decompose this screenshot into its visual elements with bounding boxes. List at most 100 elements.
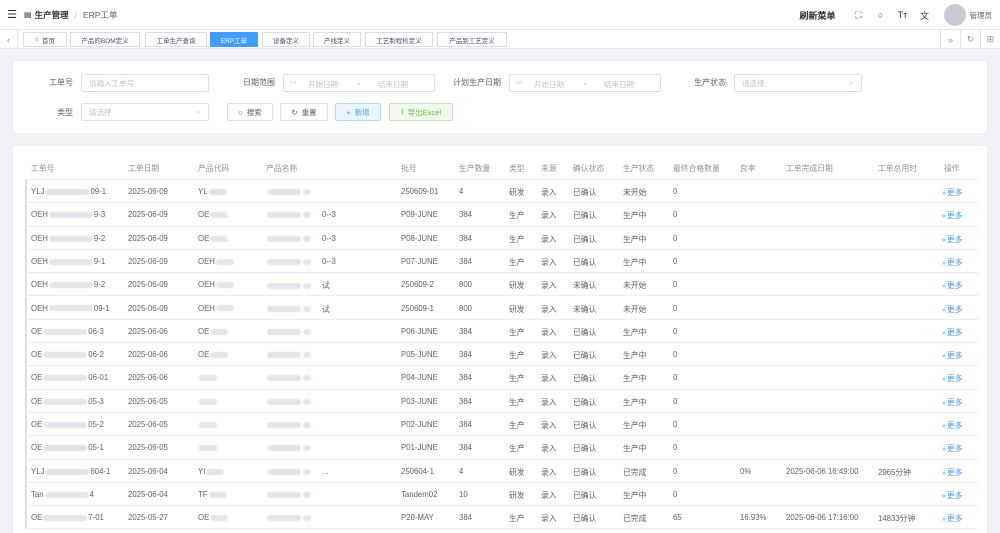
table-row[interactable]: OE 06-2 OE 2025-06-06 P05-JUNE 384 生产 录入 已确认 生产中 0… (25, 343, 978, 367)
breadcrumb-current: ERP工单 (82, 9, 118, 20)
masked-text (267, 445, 301, 452)
confirm-cell: 已确认 (573, 351, 597, 361)
tab-product-bom[interactable]: 产品的BOM定义 (70, 32, 140, 47)
order-no-cell: OEH 9-1 (31, 256, 106, 266)
font-size-icon[interactable]: Tт (892, 10, 914, 20)
export-excel-button[interactable]: ⭱ 导出Excel (389, 103, 453, 121)
search-button[interactable]: ○ 搜索 (227, 103, 273, 121)
reset-button[interactable]: ↻ 重置 (280, 103, 328, 121)
status-cell: 生产中 (623, 351, 647, 361)
type-select[interactable]: 请选择 ⌄ (81, 103, 209, 121)
masked-text (303, 468, 311, 475)
double-chevron-icon: » (942, 329, 946, 337)
masked-text (303, 212, 311, 219)
search-form: 工单号 请输入工单号 日期范围 ▭ 开始日期 - 结束日期 计划生产日期 ▭ 开… (12, 60, 988, 134)
table-row[interactable]: OE 7-01 OE 2025-05-27 P20-MAY 384 生产 录入 已确认 已完成 65… (25, 506, 978, 530)
table-row[interactable]: OEH 9-3 OE 0--3 2025-06-09 P09-JUNE 384 生产 录入 已确认… (25, 203, 978, 227)
more-button[interactable]: »更多 (942, 234, 963, 245)
masked-text (208, 491, 227, 498)
search-icon[interactable]: ○ (870, 10, 892, 20)
masked-text (43, 445, 88, 452)
fullscreen-icon[interactable]: ⛶ (848, 10, 870, 21)
avatar[interactable] (943, 4, 966, 26)
masked-text (199, 421, 217, 428)
order-no-cell: OEH 09-1 (31, 303, 110, 313)
more-button[interactable]: »更多 (942, 304, 963, 315)
order-no-cell: OE 06-01 (31, 373, 109, 383)
more-button[interactable]: »更多 (942, 327, 963, 338)
product-name-cell (266, 397, 322, 406)
more-button[interactable]: »更多 (942, 350, 963, 361)
breadcrumb-separator: / (74, 9, 77, 20)
order-no-input[interactable]: 请输入工单号 (81, 74, 209, 92)
tab-erp-workorder[interactable]: ERP工单 (210, 32, 258, 47)
plan-date-picker[interactable]: ▭ 开始日期 - 结束日期 (509, 74, 661, 92)
more-button[interactable]: »更多 (942, 490, 963, 501)
batch-cell: P08-JUNE (401, 233, 438, 243)
more-button[interactable]: »更多 (942, 187, 963, 198)
status-cell: 生产中 (623, 397, 647, 407)
type-cell: 生产 (509, 514, 525, 524)
masked-text (267, 306, 301, 313)
more-button[interactable]: »更多 (942, 420, 963, 431)
table-row[interactable]: OE 05-3 2025-06-05 P03-JUNE 384 生产 录入 已确认 生产中 0 »更… (25, 389, 978, 413)
qty-cell: 384 (459, 350, 473, 360)
refresh-menu-button[interactable]: 刷新菜单 (799, 9, 835, 22)
table-row[interactable]: OEH 9-2 OE 0--3 2025-06-09 P08-JUNE 384 生产 录入 已确认… (25, 226, 978, 250)
masked-text (44, 491, 89, 498)
tab-equipment[interactable]: 设备定义 (262, 32, 310, 47)
more-button[interactable]: »更多 (942, 467, 963, 478)
table-row[interactable]: OEH 9-2 OEH 试 2025-06-09 250609-2 800 研发 录入 未确认 未开… (25, 273, 978, 297)
date-cell: 2025-06-09 (128, 280, 168, 290)
row-indicator (25, 366, 27, 389)
production-status-select[interactable]: 请选择 ⌄ (734, 74, 862, 92)
language-icon[interactable]: 文 (914, 9, 936, 22)
row-indicator (25, 436, 27, 459)
order-no-cell: OE 05-2 (31, 420, 104, 429)
more-button[interactable]: »更多 (942, 210, 963, 221)
more-button[interactable]: »更多 (942, 443, 963, 454)
table-row[interactable]: OE 05-1 2025-06-05 P01-JUNE 384 生产 录入 已确认 生产中 0 »更… (25, 436, 978, 460)
tab-product-process[interactable]: 产品到工艺定义 (437, 32, 507, 47)
confirm-cell: 已确认 (573, 257, 597, 267)
done-cell: 2025-06-06 17:16:00 (786, 513, 859, 523)
tab-process-check[interactable]: 工艺制程检定义 (365, 32, 433, 47)
date-range-picker[interactable]: ▭ 开始日期 - 结束日期 (283, 74, 435, 92)
add-button[interactable]: + 新增 (335, 103, 381, 121)
table-row[interactable]: OE 06-01 2025-06-06 P04-JUNE 384 生产 录入 已确认 生产中 0 »… (25, 366, 978, 390)
table-row[interactable]: OEH 9-1 OEH 0--3 2025-06-09 P07-JUNE 384 生产 录入 已确… (25, 249, 978, 274)
table-header: 工单号 工单日期 产品代码 产品名称 批号 生产数量 类型 来源 确认状态 生产… (25, 156, 978, 180)
table-row[interactable]: YLJ 09-1 YL 2025-06-09 250609-01 4 研发 录入 已确认 未开始 0… (25, 180, 978, 204)
more-button[interactable]: »更多 (942, 257, 963, 268)
table-row[interactable]: OE 05-2 2025-06-05 P02-JUNE 384 生产 录入 已确认 生产中 0 »更… (25, 413, 978, 437)
username[interactable]: 管理员 (970, 10, 993, 21)
table-row[interactable]: YLJ 604-1 YI... 2025-06-04 250604-1 4 研发 录入 已确认 已… (25, 459, 978, 483)
hamburger-icon[interactable]: ☰ (0, 8, 24, 21)
product-code-cell: OE (198, 350, 229, 359)
refresh-icon[interactable]: ↻ (960, 30, 980, 49)
production-status-label: 生产状态 (694, 78, 726, 87)
tab-production-line[interactable]: 产线定义 (313, 32, 361, 47)
grid-menu-icon[interactable]: ⊞ (980, 30, 1000, 49)
confirm-cell: 已确认 (573, 397, 597, 407)
batch-cell: P09-JUNE (401, 210, 438, 220)
table-row[interactable]: OEH 09-1 OEH 试 2025-06-09 250609-1 800 研发 录入 未确认 未… (25, 296, 978, 320)
more-button[interactable]: »更多 (942, 513, 963, 524)
scroll-right-icon[interactable]: » (940, 30, 960, 49)
scroll-left-icon[interactable]: ‹ (0, 30, 18, 49)
passed-cell: 0 (673, 489, 678, 499)
more-button[interactable]: »更多 (942, 280, 963, 291)
tab-workorder-query[interactable]: 工单生产查询 (145, 32, 207, 47)
breadcrumb-root[interactable]: 生产管理 (35, 9, 69, 21)
more-button[interactable]: »更多 (942, 397, 963, 408)
table-row[interactable]: OE 06-3 OE 2025-06-06 P06-JUNE 384 生产 录入 已确认 生产中 0… (25, 319, 978, 344)
row-indicator (25, 273, 27, 296)
batch-cell: 250609-2 (401, 280, 434, 290)
masked-text (267, 212, 301, 219)
type-cell: 生产 (509, 327, 525, 337)
table-row[interactable]: Tan 4 TF 2025-06-04 Tandem02 10 研发 录入 已确认 生产中 0 »更多 (25, 482, 978, 507)
more-button[interactable]: »更多 (942, 373, 963, 384)
order-no-cell: YLJ 09-1 (31, 187, 107, 196)
double-chevron-icon: » (942, 190, 946, 197)
tab-home[interactable]: ⌂ 首页 (23, 32, 67, 47)
